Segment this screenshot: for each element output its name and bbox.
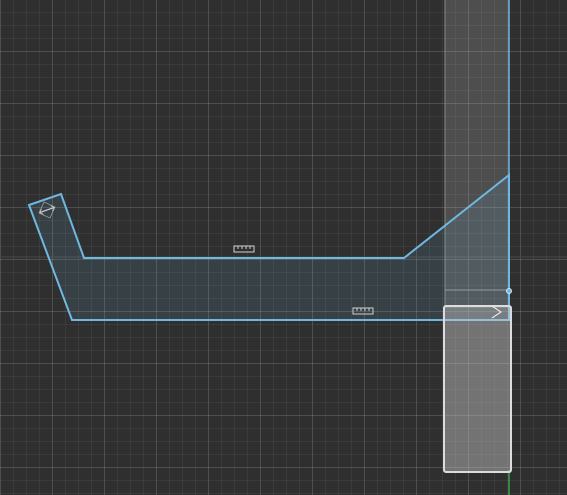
selected-shape[interactable] (27, 172, 510, 321)
ruler-icon[interactable] (233, 245, 255, 253)
ghost-block[interactable] (443, 305, 512, 473)
canvas-scene (0, 0, 567, 495)
design-canvas[interactable] (0, 0, 567, 495)
vertex-handle-icon[interactable] (506, 288, 512, 294)
